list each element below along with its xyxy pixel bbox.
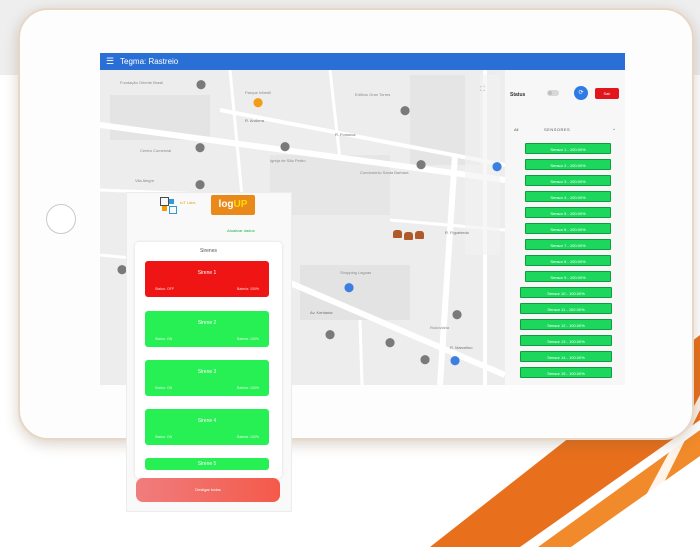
map-pin-icon[interactable]: ⬤ xyxy=(400,106,410,115)
sensor-filter-select[interactable]: All SENSORES ⌄ xyxy=(508,125,620,135)
map-pin-icon[interactable]: ⬤ xyxy=(253,98,263,107)
sensor-item[interactable]: Sensor 8 - 100.00% xyxy=(525,255,611,266)
status-toggle[interactable] xyxy=(547,90,559,96)
map-place-label: Parque Infantil xyxy=(245,90,271,95)
logup-logo-main: log xyxy=(218,199,234,210)
filter-label: SENSORES xyxy=(544,127,571,132)
truck-marker-icon[interactable] xyxy=(404,232,413,240)
refresh-link[interactable]: Atualizar dados xyxy=(227,228,255,233)
sensor-item[interactable]: Sensor 1 - 100.00% xyxy=(525,143,611,154)
street-label: R. Figueiredo xyxy=(445,230,470,235)
list-title: Sirenes xyxy=(200,248,217,254)
map-place-label: Fundação Oriente Brasil xyxy=(120,80,164,85)
map-place-label: Rodoviária xyxy=(430,325,450,330)
map-pin-icon[interactable]: ⬤ xyxy=(344,283,354,292)
sensor-item[interactable]: Sensor 13 - 100.00% xyxy=(520,335,612,346)
fullscreen-icon[interactable]: ⛶ xyxy=(480,86,485,94)
siren-card-battery: Bateria: 100% xyxy=(237,435,259,439)
truck-marker-icon[interactable] xyxy=(415,231,424,239)
map-place-label: Vila Alegre xyxy=(135,178,155,183)
truck-marker-icon[interactable] xyxy=(393,230,402,238)
logup-logo-up: UP xyxy=(233,199,248,210)
map-pin-icon[interactable]: ⬤ xyxy=(452,310,462,319)
phone-screen: IoT Labs logUP Atualizar dados Sirenes S… xyxy=(127,193,291,511)
sensor-item[interactable]: Sensor 4 - 100.00% xyxy=(525,191,611,202)
siren-card[interactable]: Sirene 1 Status: OFF Bateria: 100% xyxy=(145,261,269,297)
sensor-item[interactable]: Sensor 10 - 100.00% xyxy=(520,287,612,298)
iot-logo-text: IoT Labs xyxy=(180,200,196,205)
siren-card-status: Status: ON xyxy=(155,337,173,341)
siren-card-battery: Bateria: 100% xyxy=(237,386,259,390)
map-pin-icon[interactable]: ⬤ xyxy=(385,338,395,347)
map-pin-icon[interactable]: ⬤ xyxy=(196,80,206,89)
red-action-button[interactable]: Sair xyxy=(595,88,619,99)
siren-card-name: Sirene 1 xyxy=(197,270,217,276)
sensor-item[interactable]: Sensor 15 - 100.00% xyxy=(520,367,612,378)
sensor-item[interactable]: Sensor 14 - 100.00% xyxy=(520,351,612,362)
app-title: Tegma: Rastreio xyxy=(120,57,179,66)
siren-list-card: Sirenes Sirene 1 Status: OFF Bateria: 10… xyxy=(135,242,282,478)
map-pin-icon[interactable]: ⬤ xyxy=(325,330,335,339)
siren-card-battery: Bateria: 100% xyxy=(237,337,259,341)
siren-card-name: Sirene 3 xyxy=(197,369,217,375)
map-pin-icon[interactable]: ⬤ xyxy=(195,180,205,189)
map-place-label: Igreja de São Pedro xyxy=(270,158,306,163)
logup-logo: logUP xyxy=(211,195,255,215)
siren-card[interactable]: Sirene 2 Status: ON Bateria: 100% xyxy=(145,311,269,347)
sensor-item[interactable]: Sensor 11 - 100.00% xyxy=(520,303,612,314)
siren-card-name: Sirene 4 xyxy=(197,418,217,424)
map-pin-icon[interactable]: ⬤ xyxy=(492,162,502,171)
street-label: R. Fonseca xyxy=(335,132,356,137)
sensor-item[interactable]: Sensor 3 - 100.00% xyxy=(525,175,611,186)
map-place-label: Condomínio Santa Barbara xyxy=(360,170,409,175)
map-pin-icon[interactable]: ⬤ xyxy=(117,265,127,274)
iot-logo xyxy=(160,197,180,215)
refresh-icon[interactable]: ⟳ xyxy=(574,86,588,100)
map-pin-icon[interactable]: ⬤ xyxy=(280,142,290,151)
street-label: Av. Kentanta xyxy=(310,310,333,315)
siren-card[interactable]: Sirene 5 xyxy=(145,458,269,470)
sensor-item[interactable]: Sensor 9 - 100.00% xyxy=(525,271,611,282)
chevron-down-icon: ⌄ xyxy=(612,126,617,132)
sensor-item[interactable]: Sensor 7 - 100.00% xyxy=(525,239,611,250)
menu-icon[interactable]: ☰ xyxy=(106,53,114,70)
map-place-label: Shopping Lagoas xyxy=(340,270,372,275)
siren-card[interactable]: Sirene 3 Status: ON Bateria: 100% xyxy=(145,360,269,396)
siren-card-status: Status: ON xyxy=(155,435,173,439)
app-bar: ☰ Tegma: Rastreio xyxy=(100,53,625,70)
map-pin-icon[interactable]: ⬤ xyxy=(450,356,460,365)
bottom-action-button[interactable]: Desligar todas xyxy=(136,478,280,502)
sensor-item[interactable]: Sensor 12 - 100.00% xyxy=(520,319,612,330)
street-label: R. Andorra xyxy=(245,118,265,123)
siren-card-battery: Bateria: 100% xyxy=(237,287,259,291)
map-pin-icon[interactable]: ⬤ xyxy=(195,143,205,152)
siren-card-status: Status: ON xyxy=(155,386,173,390)
siren-card-name: Sirene 2 xyxy=(197,320,217,326)
street-label: R. Marcelino xyxy=(450,345,473,350)
filter-all-label: All xyxy=(514,127,519,132)
sensor-item[interactable]: Sensor 2 - 100.00% xyxy=(525,159,611,170)
tablet-home-button[interactable] xyxy=(46,204,76,234)
sensor-panel: Status ⟳ Sair All SENSORES ⌄ Sensor 1 - … xyxy=(505,70,625,385)
map-place-label: Centro Comercial xyxy=(140,148,172,153)
sensor-item[interactable]: Sensor 6 - 100.00% xyxy=(525,223,611,234)
map-pin-icon[interactable]: ⬤ xyxy=(420,355,430,364)
siren-card-status: Status: OFF xyxy=(155,287,174,291)
siren-card[interactable]: Sirene 4 Status: ON Bateria: 100% xyxy=(145,409,269,445)
map-place-label: Edifício Gran Torres xyxy=(355,92,391,97)
status-label: Status xyxy=(510,92,526,98)
sensor-item[interactable]: Sensor 5 - 100.00% xyxy=(525,207,611,218)
map-pin-icon[interactable]: ⬤ xyxy=(416,160,426,169)
siren-card-name: Sirene 5 xyxy=(197,461,217,467)
